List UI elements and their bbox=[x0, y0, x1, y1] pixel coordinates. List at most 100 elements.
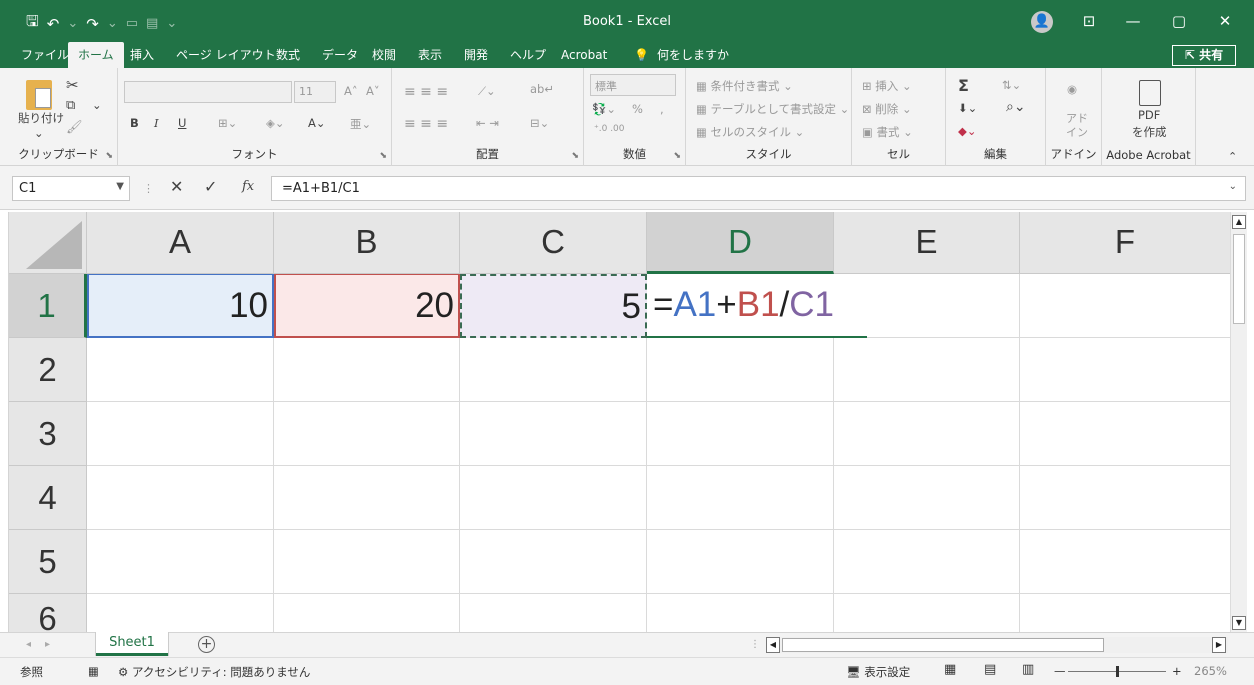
worksheet-grid[interactable]: A B C D E F 1 2 3 4 5 6 10 20 5 =A1+B1/C… bbox=[8, 212, 1230, 632]
redo-icon[interactable]: ↷ bbox=[86, 15, 99, 33]
number-format-combo[interactable]: 標準 bbox=[590, 74, 676, 96]
horizontal-scrollbar[interactable]: ◀ ▶ bbox=[766, 637, 1228, 653]
ribbon-display-options-button[interactable]: ⊡ bbox=[1074, 8, 1104, 34]
row-header-5[interactable]: 5 bbox=[9, 530, 87, 594]
wrap-text-icon[interactable]: ab↵ bbox=[530, 82, 554, 96]
format-cells-button[interactable]: ▣ 書式 ⌄ bbox=[862, 124, 913, 140]
paste-dropdown-icon[interactable]: ⌄ bbox=[34, 126, 44, 140]
cell-d1-editing[interactable]: =A1+B1/C1 bbox=[647, 274, 867, 338]
zoom-slider-thumb[interactable] bbox=[1116, 666, 1119, 677]
column-header-e[interactable]: E bbox=[834, 212, 1020, 274]
scroll-down-icon[interactable]: ▼ bbox=[1232, 616, 1246, 630]
accessibility-status[interactable]: ⚙ アクセシビリティ: 問題ありません bbox=[118, 664, 310, 680]
insert-cells-button[interactable]: ⊞ 挿入 ⌄ bbox=[862, 78, 912, 94]
zoom-level[interactable]: 265% bbox=[1194, 664, 1227, 678]
align-left-icon[interactable]: ≡ ≡ ≡ bbox=[404, 116, 448, 132]
font-color-button[interactable]: A⌄ bbox=[308, 116, 326, 130]
column-header-a[interactable]: A bbox=[87, 212, 274, 274]
create-pdf-button-line2[interactable]: を作成 bbox=[1132, 124, 1167, 140]
grow-font-button[interactable]: A˄ bbox=[344, 84, 358, 98]
tab-help[interactable]: ヘルプ bbox=[510, 42, 546, 68]
find-select-icon[interactable]: ⌕⌄ bbox=[1006, 99, 1026, 115]
addins-button-line2[interactable]: イン bbox=[1066, 124, 1088, 140]
macro-record-icon[interactable]: ▦ bbox=[88, 664, 99, 678]
restore-button[interactable]: ▢ bbox=[1164, 8, 1194, 34]
zoom-out-button[interactable]: — bbox=[1054, 664, 1066, 678]
decimal-icon[interactable]: ⁺.0 .00 bbox=[594, 124, 625, 134]
percent-button[interactable]: % bbox=[632, 102, 643, 116]
tab-developer[interactable]: 開発 bbox=[464, 42, 488, 68]
alignment-launcher-icon[interactable]: ⬊ bbox=[571, 151, 579, 161]
scroll-up-icon[interactable]: ▲ bbox=[1232, 215, 1246, 229]
undo-dropdown-icon[interactable]: ⌄ bbox=[67, 16, 78, 31]
formula-bar-splitter[interactable]: ⋮ bbox=[143, 182, 154, 195]
tab-data[interactable]: データ bbox=[322, 42, 358, 68]
save-icon[interactable]: 🖫 bbox=[26, 11, 39, 36]
sheet-tab-sheet1[interactable]: Sheet1 bbox=[96, 632, 168, 656]
enter-button[interactable]: ✓ bbox=[204, 177, 217, 196]
row-header-6[interactable]: 6 bbox=[9, 594, 87, 632]
bold-button[interactable]: B bbox=[130, 116, 139, 130]
format-painter-icon[interactable]: 🖌 bbox=[66, 120, 83, 135]
select-all-corner[interactable] bbox=[9, 212, 87, 274]
indent-icon[interactable]: ⇤ ⇥ bbox=[476, 116, 499, 130]
conditional-format-button[interactable]: ▦ 条件付き書式 ⌄ bbox=[696, 78, 793, 94]
paste-icon[interactable] bbox=[26, 80, 52, 110]
cut-icon[interactable]: ✂ bbox=[66, 76, 79, 94]
close-button[interactable]: ✕ bbox=[1210, 8, 1240, 34]
number-launcher-icon[interactable]: ⬊ bbox=[673, 151, 681, 161]
borders-icon[interactable]: ⊞⌄ bbox=[218, 116, 237, 130]
tab-insert[interactable]: 挿入 bbox=[130, 42, 154, 68]
row-header-1[interactable]: 1 bbox=[9, 274, 87, 338]
collapse-ribbon-icon[interactable]: ⌃ bbox=[1228, 150, 1237, 163]
column-header-f[interactable]: F bbox=[1020, 212, 1230, 274]
copy-dropdown-icon[interactable]: ⌄ bbox=[92, 98, 102, 112]
tab-home[interactable]: ホーム bbox=[68, 42, 124, 68]
italic-button[interactable]: I bbox=[154, 116, 159, 130]
formula-input[interactable]: =A1+B1/C1 ⌄ bbox=[271, 176, 1246, 201]
horizontal-scroll-thumb[interactable] bbox=[782, 638, 1104, 652]
page-layout-view-icon[interactable]: ▤ bbox=[984, 662, 996, 677]
add-sheet-button[interactable]: + bbox=[198, 636, 215, 653]
insert-function-button[interactable]: fx bbox=[242, 179, 254, 194]
copy-icon[interactable]: ⧉ bbox=[66, 98, 75, 113]
minimize-button[interactable]: — bbox=[1118, 8, 1148, 34]
scroll-right-icon[interactable]: ▶ bbox=[1212, 637, 1226, 653]
font-name-combo[interactable] bbox=[124, 81, 292, 103]
account-avatar[interactable]: 👤 bbox=[1031, 11, 1053, 33]
autosum-button[interactable]: Σ bbox=[958, 76, 969, 95]
sheet-nav-arrows-icon[interactable]: ◂▸ bbox=[26, 639, 64, 650]
cell-a1[interactable]: 10 bbox=[87, 274, 274, 338]
font-size-combo[interactable]: 11 bbox=[294, 81, 336, 103]
tab-page-layout[interactable]: ページ レイアウト bbox=[176, 42, 276, 68]
row-header-4[interactable]: 4 bbox=[9, 466, 87, 530]
shrink-font-button[interactable]: A˅ bbox=[366, 84, 380, 98]
row-header-3[interactable]: 3 bbox=[9, 402, 87, 466]
new-file-icon[interactable]: ▭ bbox=[126, 16, 138, 31]
column-header-c[interactable]: C bbox=[460, 212, 647, 274]
cell-c1[interactable]: 5 bbox=[460, 274, 647, 338]
sort-filter-icon[interactable]: ⇅⌄ bbox=[1002, 78, 1021, 92]
tab-acrobat[interactable]: Acrobat bbox=[561, 42, 607, 68]
display-settings-button[interactable]: 🖥 表示設定 bbox=[846, 664, 910, 680]
column-header-d[interactable]: D bbox=[647, 212, 834, 274]
fill-color-icon[interactable]: ◈⌄ bbox=[266, 116, 284, 130]
comma-button[interactable]: , bbox=[660, 102, 664, 116]
align-top-icon[interactable]: ≡ ≡ ≡ bbox=[404, 84, 448, 100]
page-break-preview-icon[interactable]: ▥ bbox=[1022, 662, 1034, 677]
tell-me-search[interactable]: 💡 何をしますか bbox=[634, 42, 729, 68]
normal-view-icon[interactable]: ▦ bbox=[944, 662, 956, 677]
zoom-in-button[interactable]: + bbox=[1172, 664, 1182, 678]
scroll-left-icon[interactable]: ◀ bbox=[766, 637, 780, 653]
orientation-icon[interactable]: ⟋⌄ bbox=[478, 84, 496, 99]
tab-review[interactable]: 校閲 bbox=[372, 42, 396, 68]
vertical-scroll-thumb[interactable] bbox=[1233, 234, 1245, 324]
undo-icon[interactable]: ↶ bbox=[47, 15, 60, 33]
expand-formula-bar-icon[interactable]: ⌄ bbox=[1229, 181, 1237, 192]
clipboard-launcher-icon[interactable]: ⬊ bbox=[105, 151, 113, 161]
row-header-2[interactable]: 2 bbox=[9, 338, 87, 402]
name-box[interactable]: C1 ▼ bbox=[12, 176, 130, 201]
redo-dropdown-icon[interactable]: ⌄ bbox=[107, 16, 118, 31]
font-launcher-icon[interactable]: ⬊ bbox=[379, 151, 387, 161]
accounting-icon[interactable]: 💱⌄ bbox=[592, 102, 616, 116]
